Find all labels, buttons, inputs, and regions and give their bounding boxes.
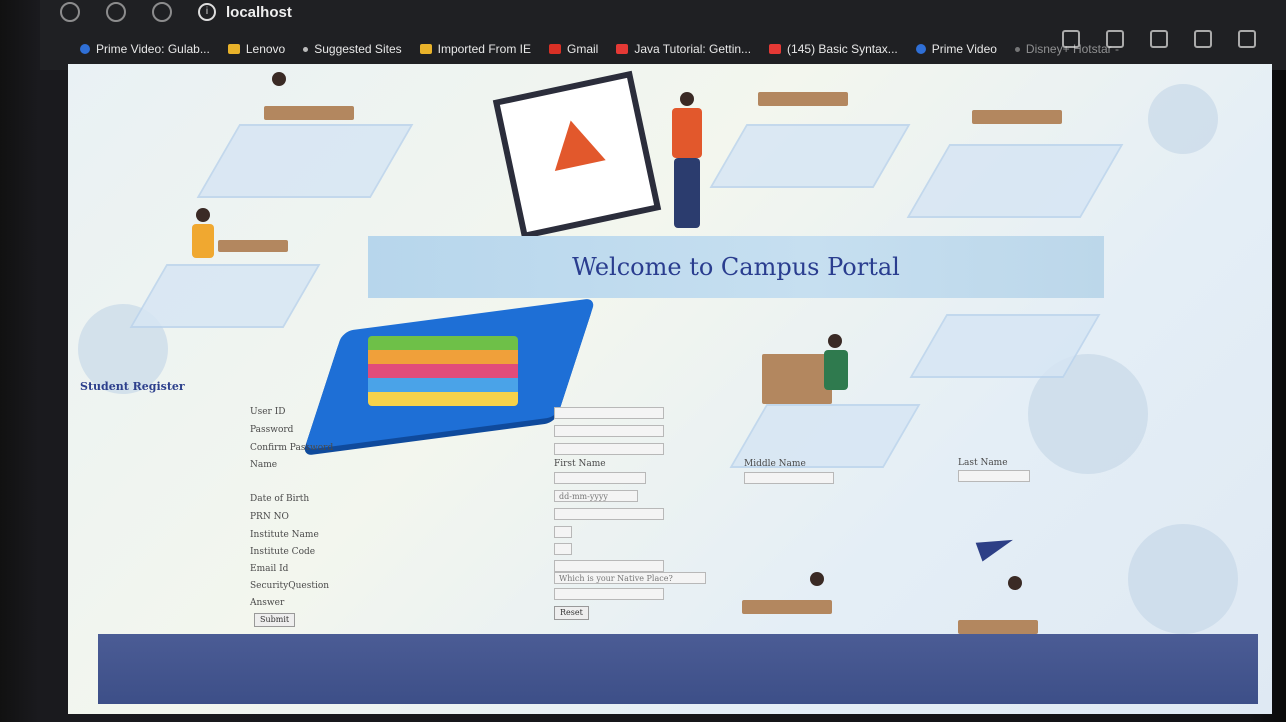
- password-input[interactable]: [554, 425, 664, 437]
- first-name-input[interactable]: [554, 472, 646, 484]
- desk-illustration: [218, 240, 288, 252]
- paper-plane-illustration: [975, 530, 1017, 562]
- welcome-banner: Welcome to Campus Portal: [368, 236, 1104, 298]
- prime-video-icon: [915, 44, 926, 54]
- confirm-password-label: Confirm Password: [250, 443, 334, 453]
- bookmark-prime-video[interactable]: Prime Video: [915, 42, 997, 56]
- last-name-label: Last Name: [958, 458, 1008, 468]
- address-bar[interactable]: i localhost: [198, 3, 292, 21]
- security-question-label: SecurityQuestion: [250, 581, 330, 591]
- person-illustration: [810, 572, 824, 586]
- virus-illustration: [1128, 524, 1238, 634]
- desk-illustration: [762, 354, 832, 404]
- folder-icon: [419, 44, 432, 54]
- campus-portal-page: Welcome to Campus Portal Student Registe…: [68, 64, 1272, 714]
- info-icon[interactable]: i: [198, 3, 216, 21]
- isometric-tile: [709, 124, 911, 188]
- desk-illustration: [264, 106, 354, 120]
- isometric-tile: [906, 144, 1124, 218]
- collections-icon[interactable]: [1194, 30, 1212, 48]
- person-illustration: [272, 72, 286, 86]
- hotstar-icon: [1014, 46, 1020, 52]
- isometric-tile: [196, 124, 414, 198]
- first-name-label: First Name: [554, 459, 606, 469]
- virus-illustration: [1148, 84, 1218, 154]
- person-illustration: [674, 158, 700, 228]
- desk-illustration: [958, 620, 1038, 634]
- person-illustration: [680, 92, 694, 106]
- bookmark-java-tutorial[interactable]: Java Tutorial: Gettin...: [616, 42, 751, 56]
- email-label: Email Id: [250, 564, 289, 574]
- desk-illustration: [972, 110, 1062, 124]
- answer-label: Answer: [250, 598, 285, 608]
- user-id-label: User ID: [250, 407, 286, 417]
- person-illustration: [828, 334, 842, 348]
- bookmarks-bar: Prime Video: Gulab... Lenovo Suggested S…: [80, 36, 1119, 62]
- books-illustration: [368, 336, 518, 406]
- last-name-input[interactable]: [958, 470, 1030, 482]
- bookmark-disney-hotstar[interactable]: Disney+ Hotstar -: [1014, 42, 1119, 56]
- address-host: localhost: [226, 3, 292, 21]
- prn-input[interactable]: [554, 508, 664, 520]
- page-footer: [98, 634, 1258, 704]
- email-input[interactable]: [554, 560, 664, 572]
- desk-illustration: [758, 92, 848, 106]
- institute-code-label: Institute Code: [250, 547, 316, 557]
- presentation-board-illustration: [492, 70, 662, 240]
- gmail-icon: [548, 44, 561, 54]
- person-illustration: [1008, 576, 1022, 590]
- refresh-icon[interactable]: [106, 2, 126, 22]
- submit-button[interactable]: Submit: [254, 613, 296, 627]
- bookmark-suggested-sites[interactable]: Suggested Sites: [303, 42, 402, 56]
- institute-name-label: Institute Name: [250, 530, 319, 540]
- isometric-tile: [129, 264, 321, 328]
- folder-icon: [227, 44, 240, 54]
- bookmark-imported-from-ie[interactable]: Imported From IE: [419, 42, 531, 56]
- dob-input[interactable]: dd-mm-yyyy: [554, 490, 638, 502]
- search-icon[interactable]: [152, 2, 172, 22]
- profile-icon[interactable]: [1238, 30, 1256, 48]
- back-icon[interactable]: [60, 2, 80, 22]
- desk-illustration: [742, 600, 832, 614]
- reset-button[interactable]: Reset: [554, 606, 589, 620]
- youtube-icon: [616, 44, 629, 54]
- middle-name-label: Middle Name: [744, 459, 806, 469]
- security-question-select[interactable]: Which is your Native Place?: [554, 572, 706, 584]
- person-illustration: [192, 224, 214, 258]
- prn-label: PRN NO: [250, 512, 289, 522]
- password-label: Password: [250, 425, 294, 435]
- favorite-star-icon[interactable]: [1150, 30, 1168, 48]
- institute-code-select[interactable]: [554, 543, 572, 555]
- youtube-icon: [769, 44, 782, 54]
- person-illustration: [824, 350, 848, 390]
- dob-label: Date of Birth: [250, 494, 310, 504]
- browser-toolbar: i localhost: [60, 0, 292, 24]
- person-illustration: [196, 208, 210, 222]
- name-label: Name: [250, 460, 278, 470]
- dot-icon: [303, 46, 309, 52]
- prime-video-icon: [80, 44, 90, 54]
- bookmark-prime-video-gulab[interactable]: Prime Video: Gulab...: [80, 42, 210, 56]
- page-title: Welcome to Campus Portal: [572, 253, 900, 281]
- bookmark-basic-syntax[interactable]: (145) Basic Syntax...: [769, 42, 898, 56]
- bookmark-gmail[interactable]: Gmail: [548, 42, 598, 56]
- confirm-password-input[interactable]: [554, 443, 664, 455]
- bookmark-lenovo[interactable]: Lenovo: [227, 42, 285, 56]
- form-title: Student Register: [80, 380, 185, 393]
- middle-name-input[interactable]: [744, 472, 834, 484]
- answer-input[interactable]: [554, 588, 664, 600]
- person-illustration: [672, 108, 702, 158]
- user-id-input[interactable]: [554, 407, 664, 419]
- institute-name-select[interactable]: [554, 526, 572, 538]
